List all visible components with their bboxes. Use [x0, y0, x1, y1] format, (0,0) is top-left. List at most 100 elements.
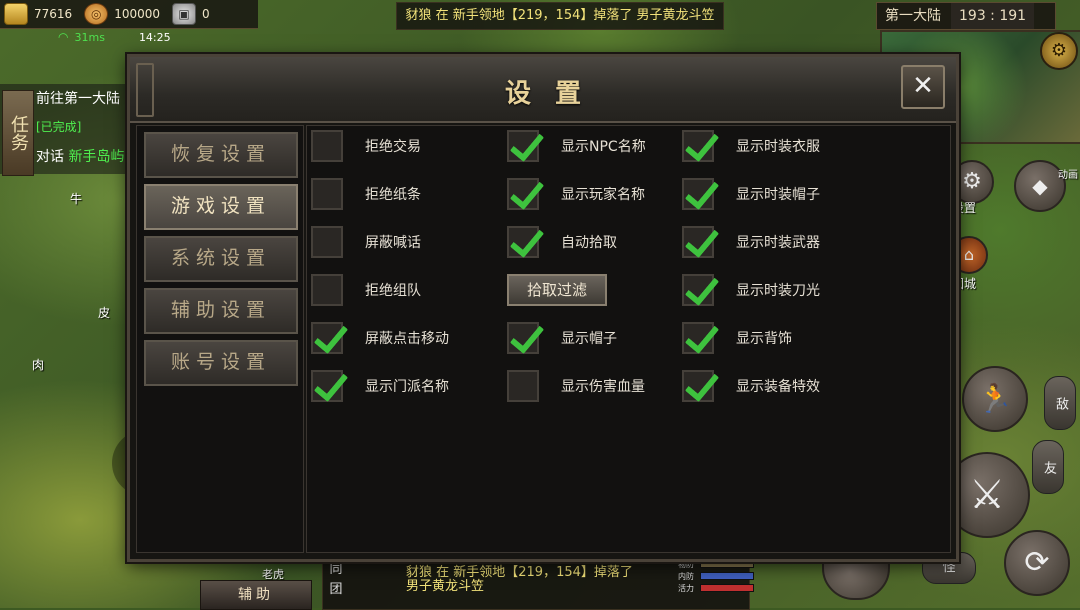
settings-dialog: 设置 ✕ 恢复设置 游戏设置 系统设置 辅助设置 账号设置 拒绝交易 显示NPC… — [127, 54, 959, 562]
ingot-icon — [4, 3, 28, 25]
option-label: 显示时装刀光 — [736, 283, 820, 299]
checkbox[interactable] — [507, 370, 539, 402]
map-name: 第一大陆 — [885, 8, 941, 24]
checkbox[interactable] — [507, 226, 539, 258]
option-show-fashion-blade-light[interactable]: 显示时装刀光 — [682, 274, 820, 306]
checkbox[interactable] — [682, 178, 714, 210]
friend-target-tab[interactable]: 友 — [1032, 440, 1064, 494]
dialog-title: 设置 — [504, 79, 605, 109]
stat-label: 活力 — [678, 583, 694, 593]
silver-coin-icon: ▣ — [172, 3, 196, 25]
quest-objective[interactable]: 前往第一大陆 — [36, 88, 120, 108]
settings-category-list: 恢复设置 游戏设置 系统设置 辅助设置 账号设置 — [136, 125, 304, 553]
checkbox[interactable] — [311, 370, 343, 402]
stat-bar — [700, 572, 754, 580]
quest-next-step[interactable]: 对话 新手岛屿 — [36, 146, 124, 166]
stat-row: 内防 — [678, 570, 754, 582]
option-label: 显示时装武器 — [736, 235, 820, 251]
checkbox[interactable] — [682, 130, 714, 162]
option-label: 显示时装衣服 — [736, 139, 820, 155]
option-show-fashion-hat[interactable]: 显示时装帽子 — [682, 178, 820, 210]
checkbox[interactable] — [507, 178, 539, 210]
cow-label: 牛 — [70, 192, 83, 206]
gear-icon[interactable]: ⚙ — [1040, 32, 1078, 70]
checkbox[interactable] — [682, 274, 714, 306]
option-label: 拒绝纸条 — [365, 187, 421, 203]
tab-assist-settings[interactable]: 辅助设置 — [144, 288, 298, 334]
checkbox[interactable] — [507, 322, 539, 354]
tab-account-settings[interactable]: 账号设置 — [144, 340, 298, 386]
option-auto-pickup[interactable]: 自动拾取 — [507, 226, 617, 258]
option-label: 显示时装帽子 — [736, 187, 820, 203]
option-show-fashion-clothes[interactable]: 显示时装衣服 — [682, 130, 820, 162]
loot-announcement-banner: 豺狼 在 新手领地【219，154】掉落了 男子黄龙斗笠 — [396, 2, 724, 30]
quest-status: [已完成] — [36, 120, 82, 134]
clock: 14:25 — [138, 30, 171, 44]
option-show-back-accessory[interactable]: 显示背饰 — [682, 322, 792, 354]
option-label: 屏蔽点击移动 — [365, 331, 449, 347]
stat-row: 活力 — [678, 582, 754, 594]
option-show-damage-hp[interactable]: 显示伤害血量 — [507, 370, 645, 402]
option-show-fashion-weapon[interactable]: 显示时装武器 — [682, 226, 820, 258]
map-coordinates: 193 : 191 — [951, 3, 1035, 29]
quest-tab[interactable]: 任务 — [2, 90, 34, 176]
checkbox[interactable] — [682, 370, 714, 402]
quest-next-target: 新手岛屿 — [68, 149, 125, 165]
option-label: 屏蔽喊话 — [365, 235, 421, 251]
option-show-faction-name[interactable]: 显示门派名称 — [311, 370, 449, 402]
checkbox[interactable] — [311, 130, 343, 162]
option-refuse-party[interactable]: 拒绝组队 — [311, 274, 421, 306]
currency-bar: 77616 ◎ 100000 ▣ 0 — [0, 0, 258, 29]
checkbox[interactable] — [311, 178, 343, 210]
game-settings-panel: 拒绝交易 显示NPC名称 显示时装衣服 拒绝纸条 显示玩家名称 显示时装帽子 屏… — [306, 125, 951, 553]
checkbox[interactable] — [311, 274, 343, 306]
meat-drop-label[interactable]: 肉 — [32, 356, 44, 373]
option-refuse-trade[interactable]: 拒绝交易 — [311, 130, 421, 162]
enemy-target-tab[interactable]: 敌 — [1044, 376, 1076, 430]
option-label: 显示装备特效 — [736, 379, 820, 395]
checkbox[interactable] — [311, 226, 343, 258]
map-location[interactable]: 第一大陆 193 : 191 — [876, 2, 1056, 30]
option-refuse-notes[interactable]: 拒绝纸条 — [311, 178, 421, 210]
stat-bar — [700, 584, 754, 592]
option-block-shouts[interactable]: 屏蔽喊话 — [311, 226, 421, 258]
wifi-icon: ◠ — [58, 30, 69, 44]
stat-bars: 物防 内防 活力 — [678, 558, 754, 594]
dialog-header: 设置 ✕ — [130, 57, 956, 123]
option-label: 显示NPC名称 — [561, 139, 646, 155]
silver-amount: 0 — [202, 7, 210, 21]
checkbox[interactable] — [682, 226, 714, 258]
option-label: 显示玩家名称 — [561, 187, 645, 203]
option-block-click-move[interactable]: 屏蔽点击移动 — [311, 322, 449, 354]
checkbox[interactable] — [682, 322, 714, 354]
pickup-filter-button[interactable]: 拾取过滤 — [507, 274, 607, 306]
run-toggle-icon[interactable]: 🏃 — [962, 366, 1028, 432]
assist-button[interactable]: 辅助 — [200, 580, 312, 610]
option-show-npc-names[interactable]: 显示NPC名称 — [507, 130, 646, 162]
option-label: 显示帽子 — [561, 331, 617, 347]
checkbox[interactable] — [507, 130, 539, 162]
coin-icon: ◎ — [84, 3, 109, 25]
close-button[interactable]: ✕ — [901, 65, 945, 109]
status-row: ◠ 31ms 14:25 — [58, 30, 171, 44]
currency-ingot: 77616 — [4, 3, 72, 25]
animation-label: 动画 — [1058, 170, 1078, 181]
coin-amount: 100000 — [114, 7, 160, 21]
option-show-equipment-effects[interactable]: 显示装备特效 — [682, 370, 820, 402]
option-show-player-names[interactable]: 显示玩家名称 — [507, 178, 645, 210]
team-channel-button[interactable]: 团 — [325, 578, 347, 597]
ping-value: 31ms — [74, 30, 105, 44]
option-label: 自动拾取 — [561, 235, 617, 251]
ingot-amount: 77616 — [34, 7, 73, 21]
tab-game-settings[interactable]: 游戏设置 — [144, 184, 298, 230]
tab-recovery-settings[interactable]: 恢复设置 — [144, 132, 298, 178]
option-show-hat[interactable]: 显示帽子 — [507, 322, 617, 354]
hide-drop-label[interactable]: 皮 — [98, 304, 110, 321]
quest-next-prefix: 对话 — [36, 149, 64, 165]
currency-coin: ◎ 100000 — [84, 3, 160, 25]
stat-label: 内防 — [678, 571, 694, 581]
checkbox[interactable] — [311, 322, 343, 354]
switch-target-icon[interactable]: ⟳ — [1004, 530, 1070, 596]
currency-silver: ▣ 0 — [172, 3, 210, 25]
tab-system-settings[interactable]: 系统设置 — [144, 236, 298, 282]
